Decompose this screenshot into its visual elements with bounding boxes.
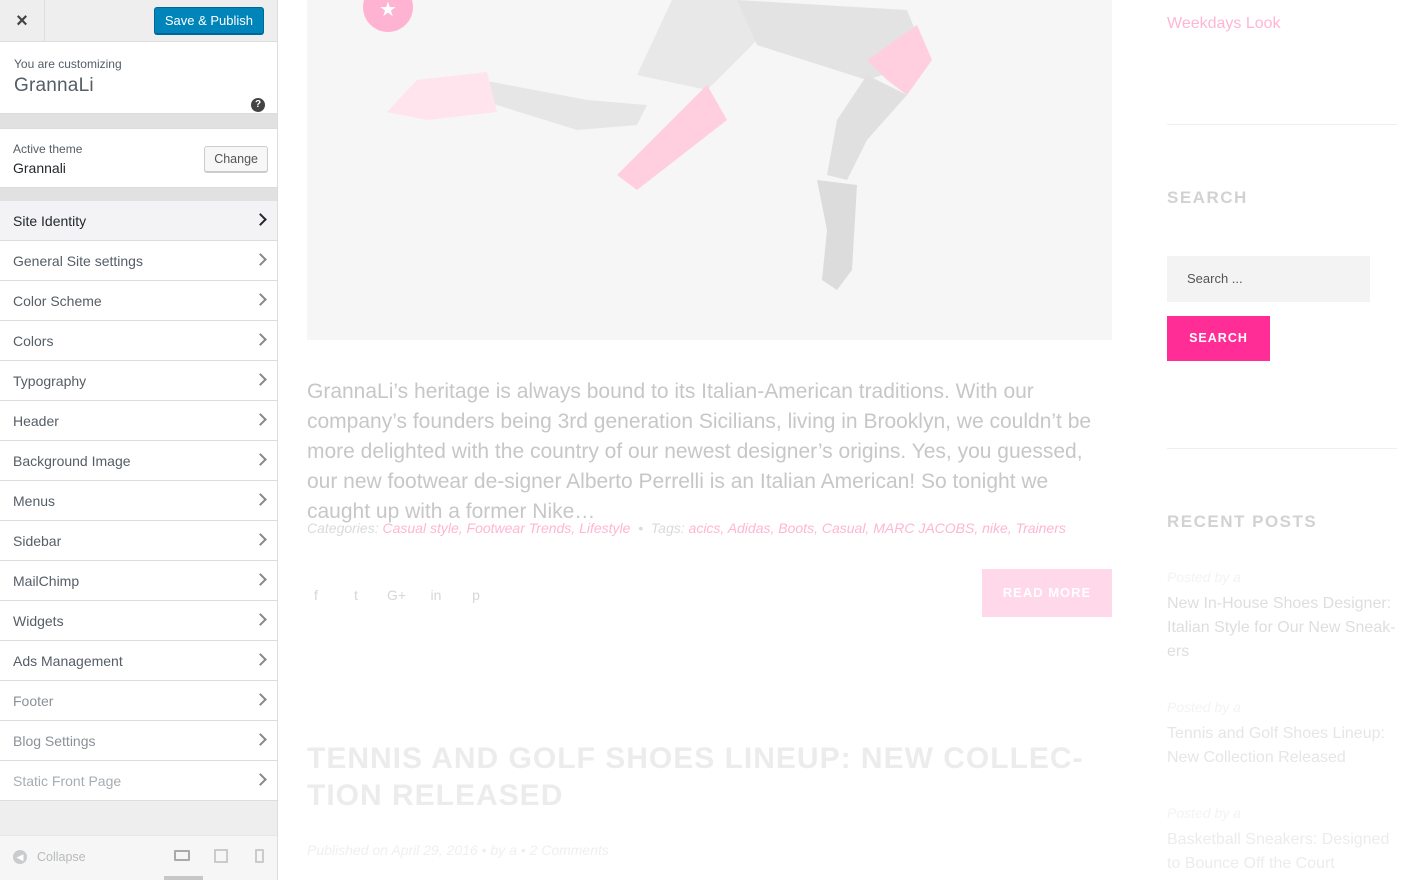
customizing-label: You are customizing	[14, 57, 122, 71]
share-icons: f t G+ in p	[307, 587, 485, 603]
help-icon[interactable]: ?	[251, 98, 265, 112]
chevron-right-icon	[254, 533, 267, 546]
recent-post-author: Posted by a	[1167, 569, 1241, 585]
read-more-button[interactable]: READ MORE	[982, 569, 1112, 617]
section-static-front-page[interactable]: Static Front Page	[0, 761, 277, 801]
divider	[0, 114, 277, 128]
chevron-right-icon	[254, 573, 267, 586]
runner-legs-illustration	[387, 0, 932, 290]
post-meta: Categories: Casual style, Footwear Trend…	[307, 520, 1066, 536]
recent-post-link[interactable]: Tennis and Golf Shoes Lineup: New Collec…	[1167, 722, 1399, 770]
section-label: Static Front Page	[13, 772, 122, 789]
section-menus[interactable]: Menus	[0, 481, 277, 521]
search-input[interactable]: Search ...	[1167, 256, 1370, 302]
chevron-right-icon	[254, 773, 267, 786]
search-widget-title: SEARCH	[1167, 188, 1248, 207]
pinterest-icon[interactable]: p	[467, 587, 485, 603]
google-plus-icon[interactable]: G+	[387, 587, 406, 603]
desktop-preview-icon[interactable]	[174, 850, 190, 861]
recent-post-author: Posted by a	[1167, 805, 1241, 821]
collapse-icon: ◀	[13, 850, 27, 864]
recent-post-link[interactable]: Basketball Sneakers: Designed to Bounce …	[1167, 828, 1399, 876]
meta-separator: •	[638, 520, 644, 536]
section-label: Site Identity	[13, 212, 87, 229]
facebook-icon[interactable]: f	[307, 587, 325, 603]
customizer-sections: Site Identity General Site settings Colo…	[0, 201, 277, 801]
section-ads-management[interactable]: Ads Management	[0, 641, 277, 681]
section-label: Sidebar	[13, 532, 62, 549]
section-sidebar[interactable]: Sidebar	[0, 521, 277, 561]
customizer-header: × Save & Publish	[0, 0, 277, 42]
chevron-right-icon	[254, 653, 267, 666]
section-header[interactable]: Header	[0, 401, 277, 441]
linkedin-icon[interactable]: in	[427, 587, 445, 603]
recent-post-link[interactable]: New In-House Shoes Designer: Italian Sty…	[1167, 592, 1399, 664]
section-label: Ads Management	[13, 652, 123, 669]
section-colors[interactable]: Colors	[0, 321, 277, 361]
chevron-right-icon	[254, 253, 267, 266]
chevron-right-icon	[254, 293, 267, 306]
collapse-button[interactable]: ◀ Collapse	[13, 850, 86, 864]
widget-divider	[1167, 124, 1397, 125]
customizing-info: You are customizing GrannaLi ?	[0, 42, 277, 114]
customizer-footer: ◀ Collapse	[0, 835, 277, 880]
section-color-scheme[interactable]: Color Scheme	[0, 281, 277, 321]
mobile-preview-icon[interactable]	[255, 849, 264, 863]
section-label: Background Image	[13, 452, 131, 469]
save-publish-button[interactable]: Save & Publish	[153, 7, 264, 34]
chevron-right-icon	[254, 413, 267, 426]
tablet-preview-icon[interactable]	[214, 849, 228, 863]
chevron-right-icon	[254, 693, 267, 706]
categories-label: Categories:	[307, 520, 379, 536]
section-label: Blog Settings	[13, 732, 96, 749]
tags-links[interactable]: acics, Adidas, Boots, Casual, MARC JACOB…	[689, 520, 1066, 536]
widget-divider	[1167, 448, 1397, 449]
recent-posts-title: RECENT POSTS	[1167, 512, 1318, 531]
chevron-right-icon	[254, 213, 267, 226]
active-theme-section: Active theme Grannali Change	[0, 128, 277, 188]
section-mailchimp[interactable]: MailChimp	[0, 561, 277, 601]
section-widgets[interactable]: Widgets	[0, 601, 277, 641]
chevron-right-icon	[254, 733, 267, 746]
weekdays-look-link[interactable]: Weekdays Look	[1167, 15, 1281, 33]
section-label: Header	[13, 412, 59, 429]
chevron-right-icon	[254, 613, 267, 626]
site-name: GrannaLi	[14, 75, 94, 96]
post-title[interactable]: TENNIS AND GOLF SHOES LINEUP: NEW COLLEC…	[307, 740, 1107, 814]
customizer-panel: × Save & Publish You are customizing Gra…	[0, 0, 278, 880]
section-site-identity[interactable]: Site Identity	[0, 201, 277, 241]
search-button[interactable]: SEARCH	[1167, 316, 1270, 361]
twitter-icon[interactable]: t	[347, 587, 365, 603]
tags-label: Tags:	[650, 520, 685, 536]
section-typography[interactable]: Typography	[0, 361, 277, 401]
section-label: Menus	[13, 492, 56, 509]
active-device-indicator	[164, 876, 203, 880]
section-blog-settings[interactable]: Blog Settings	[0, 721, 277, 761]
section-label: General Site settings	[13, 252, 143, 269]
recent-post-author: Posted by a	[1167, 699, 1241, 715]
section-label: MailChimp	[13, 572, 80, 589]
chevron-right-icon	[254, 333, 267, 346]
close-icon[interactable]: ×	[0, 0, 45, 42]
chevron-right-icon	[254, 453, 267, 466]
section-background-image[interactable]: Background Image	[0, 441, 277, 481]
section-footer[interactable]: Footer	[0, 681, 277, 721]
change-theme-button[interactable]: Change	[204, 146, 268, 172]
section-label: Color Scheme	[13, 292, 102, 309]
featured-image: ★	[307, 0, 1112, 340]
chevron-right-icon	[254, 373, 267, 386]
post-excerpt: GrannaLi’s heritage is always bound to i…	[307, 380, 1092, 523]
section-general-site-settings[interactable]: General Site settings	[0, 241, 277, 281]
chevron-right-icon	[254, 493, 267, 506]
post-meta-secondary: Published on April 29, 2016 • by a • 2 C…	[307, 842, 609, 858]
section-label: Colors	[13, 332, 54, 349]
collapse-label: Collapse	[37, 850, 86, 864]
divider	[0, 188, 277, 201]
section-label: Typography	[13, 372, 87, 389]
section-label: Footer	[13, 692, 54, 709]
categories-links[interactable]: Casual style, Footwear Trends, Lifestyle	[382, 520, 630, 536]
section-label: Widgets	[13, 612, 64, 629]
site-preview: ★ GrannaLi’s heritage is always bound to…	[279, 0, 1425, 880]
